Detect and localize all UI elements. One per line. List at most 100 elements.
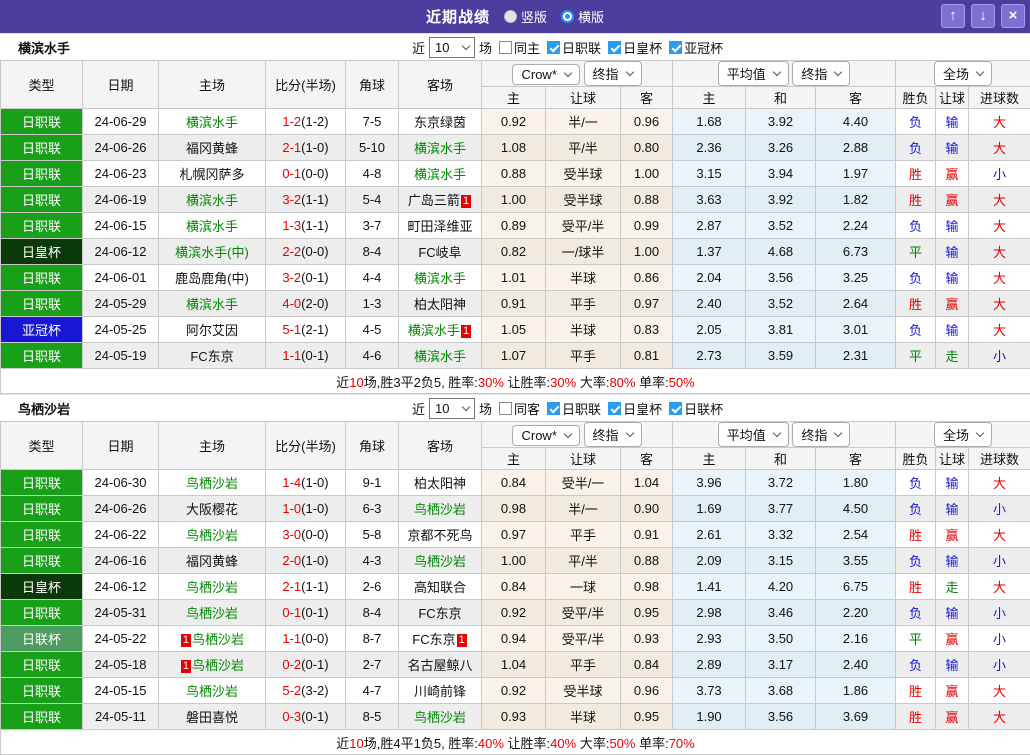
chevron-down-icon <box>564 69 572 77</box>
fulltime-dropdown[interactable]: 全场 <box>934 61 992 86</box>
scroll-up-button[interactable]: ↑ <box>941 4 965 28</box>
fulltime-score: 0-1 <box>282 605 301 620</box>
goals-result: 大 <box>969 239 1030 265</box>
col-header-away: 客场 <box>399 61 482 109</box>
goals-result: 小 <box>969 161 1030 187</box>
close-button[interactable]: × <box>1001 4 1025 28</box>
avg-draw-odds: 3.17 <box>746 652 816 678</box>
match-count-value: 10 <box>435 401 449 416</box>
home-team-cell: 鹿岛鹿角(中) <box>159 265 266 291</box>
match-date: 24-05-18 <box>83 652 159 678</box>
final-odds-dropdown[interactable]: 终指 <box>584 422 642 447</box>
halftime-score: (0-1) <box>301 348 328 363</box>
checkbox-icon[interactable] <box>499 41 512 54</box>
handicap-result: 赢 <box>936 291 969 317</box>
crow-home-odds: 0.92 <box>482 678 546 704</box>
radio-icon[interactable] <box>504 10 517 23</box>
corner-cell: 5-8 <box>346 522 399 548</box>
radio-horizontal-layout[interactable]: 横版 <box>561 7 604 26</box>
fulltime-score: 0-3 <box>282 709 301 724</box>
scroll-down-button[interactable]: ↓ <box>971 4 995 28</box>
avg-away-odds: 2.54 <box>816 522 896 548</box>
checkbox-icon[interactable] <box>669 402 682 415</box>
col-header-crow-handicap: 让球 <box>546 448 621 470</box>
bookmaker-dropdown[interactable]: Crow* <box>512 64 579 85</box>
team-label: 横滨水手 <box>186 193 238 208</box>
avg-draw-odds: 3.81 <box>746 317 816 343</box>
checkbox-league-3[interactable]: 亚冠杯 <box>669 38 723 57</box>
match-count-select[interactable]: 10 <box>429 37 475 58</box>
score-cell: 0-1(0-0) <box>266 161 346 187</box>
checkbox-icon[interactable] <box>608 41 621 54</box>
home-team-cell: 鸟栖沙岩 <box>159 574 266 600</box>
match-count-select[interactable]: 10 <box>429 398 475 419</box>
final-odds-dropdown-2[interactable]: 终指 <box>792 422 850 447</box>
checkbox-icon[interactable] <box>547 41 560 54</box>
team-label: 横滨水手(中) <box>175 245 249 260</box>
match-row: 日职联24-05-29横滨水手4-0(2-0)1-3柏太阳神0.91平手0.97… <box>1 291 1030 317</box>
team-label: 京都不死鸟 <box>407 528 472 543</box>
winloss-result: 负 <box>896 496 936 522</box>
corner-cell: 8-7 <box>346 626 399 652</box>
crow-home-odds: 0.88 <box>482 161 546 187</box>
final-odds-dropdown[interactable]: 终指 <box>584 61 642 86</box>
col-header-crow-home: 主 <box>482 87 546 109</box>
winloss-result: 平 <box>896 626 936 652</box>
home-team-cell: FC东京 <box>159 343 266 369</box>
league-type-badge: 日职联 <box>1 213 83 239</box>
away-team-cell: 京都不死鸟 <box>399 522 482 548</box>
radio-vertical-layout[interactable]: 竖版 <box>504 7 547 26</box>
checkbox-icon[interactable] <box>547 402 560 415</box>
summary-segment: 单率: <box>635 375 668 390</box>
bookmaker-dropdown[interactable]: Crow* <box>512 425 579 446</box>
handicap-result: 赢 <box>936 161 969 187</box>
halftime-score: (0-1) <box>301 605 328 620</box>
team-label: 川崎前锋 <box>414 684 466 699</box>
radio-icon[interactable] <box>561 10 574 23</box>
avg-away-odds: 6.75 <box>816 574 896 600</box>
final-odds-dropdown-2[interactable]: 终指 <box>792 61 850 86</box>
summary-segment: 大率: <box>576 375 609 390</box>
avg-home-odds: 1.41 <box>673 574 746 600</box>
checkbox-league-2[interactable]: 日皇杯 <box>608 399 662 418</box>
crow-away-odds: 0.97 <box>621 291 673 317</box>
crow-handicap: 平手 <box>546 522 621 548</box>
handicap-result: 赢 <box>936 626 969 652</box>
checkbox-league-1[interactable]: 日职联 <box>547 399 601 418</box>
fulltime-score: 1-2 <box>282 114 301 129</box>
team-label: 横滨水手 <box>414 141 466 156</box>
score-cell: 3-0(0-0) <box>266 522 346 548</box>
section-header: 横滨水手 近 10 场 同主 日职联 日皇杯 亚冠杯 <box>0 33 1030 60</box>
col-header-winloss: 胜负 <box>896 448 936 470</box>
halftime-score: (0-1) <box>301 709 328 724</box>
checkbox-icon[interactable] <box>608 402 621 415</box>
league-type-badge: 日职联 <box>1 548 83 574</box>
col-header-avg-away: 客 <box>816 87 896 109</box>
home-team-cell: 鸟栖沙岩 <box>159 678 266 704</box>
team-label: 横滨水手 <box>414 167 466 182</box>
fulltime-dropdown[interactable]: 全场 <box>934 422 992 447</box>
checkbox-icon[interactable] <box>499 402 512 415</box>
halftime-score: (2-0) <box>301 296 328 311</box>
home-team-cell: 福冈黄蜂 <box>159 135 266 161</box>
match-date: 24-05-15 <box>83 678 159 704</box>
crow-handicap: 半球 <box>546 704 621 730</box>
checkbox-same-venue[interactable]: 同主 <box>499 38 540 57</box>
avg-draw-odds: 3.32 <box>746 522 816 548</box>
col-header-goals: 进球数 <box>969 87 1030 109</box>
checkbox-icon[interactable] <box>669 41 682 54</box>
match-row: 日职联24-05-15鸟栖沙岩5-2(3-2)4-7川崎前锋0.92受半球0.9… <box>1 678 1030 704</box>
crow-home-odds: 1.00 <box>482 187 546 213</box>
col-header-corner: 角球 <box>346 422 399 470</box>
checkbox-league-3[interactable]: 日联杯 <box>669 399 723 418</box>
crow-home-odds: 0.84 <box>482 574 546 600</box>
corner-cell: 2-7 <box>346 652 399 678</box>
crow-handicap: 受半/一 <box>546 470 621 496</box>
checkbox-league-2[interactable]: 日皇杯 <box>608 38 662 57</box>
checkbox-league-1[interactable]: 日职联 <box>547 38 601 57</box>
team-label: 福冈黄蜂 <box>186 554 238 569</box>
average-dropdown[interactable]: 平均值 <box>718 422 789 447</box>
checkbox-same-venue[interactable]: 同客 <box>499 399 540 418</box>
average-dropdown[interactable]: 平均值 <box>718 61 789 86</box>
avg-home-odds: 2.87 <box>673 213 746 239</box>
